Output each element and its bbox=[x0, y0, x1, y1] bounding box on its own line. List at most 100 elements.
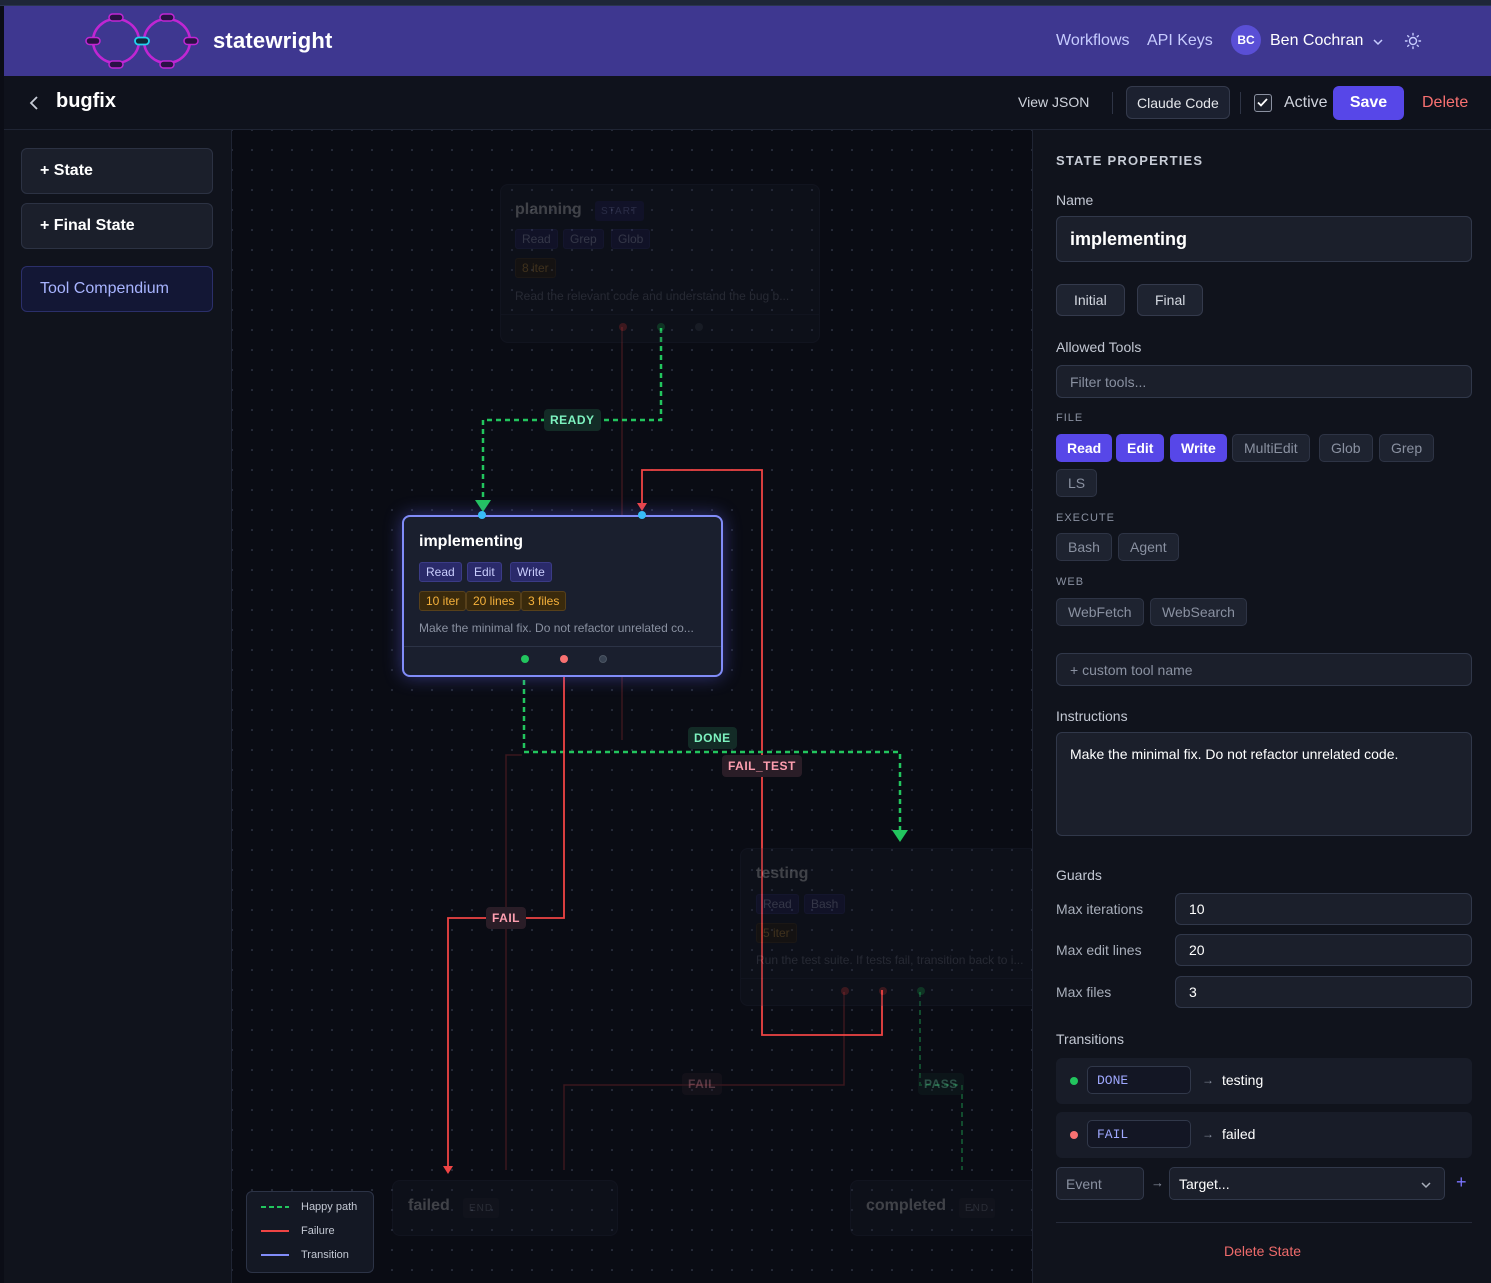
port-fail[interactable] bbox=[841, 987, 849, 995]
node-description: Run the test suite. If tests fail, trans… bbox=[756, 953, 1024, 967]
guard-chip: 20 lines bbox=[466, 591, 522, 611]
node-title: implementing bbox=[419, 533, 524, 550]
workflow-canvas[interactable]: planning START Read Grep Glob 8 iter Rea… bbox=[232, 130, 1032, 1283]
node-completed[interactable]: completed END bbox=[850, 1180, 1032, 1236]
port-success[interactable] bbox=[657, 323, 665, 331]
sun-icon[interactable] bbox=[1404, 32, 1422, 50]
statewright-logo[interactable] bbox=[84, 12, 202, 70]
filter-tools-input[interactable]: Filter tools... bbox=[1056, 365, 1472, 398]
back-arrow-icon[interactable] bbox=[24, 93, 44, 113]
port-in[interactable] bbox=[478, 511, 486, 519]
custom-tool-input[interactable]: + custom tool name bbox=[1056, 653, 1472, 686]
legend-swatch bbox=[261, 1254, 289, 1256]
edge-label-pass[interactable]: PASS bbox=[918, 1073, 964, 1095]
state-name-input[interactable]: implementing bbox=[1056, 216, 1472, 262]
end-badge: END bbox=[463, 1198, 500, 1218]
guard-max-files-label: Max files bbox=[1056, 984, 1112, 1000]
target-select[interactable]: Target... bbox=[1169, 1167, 1445, 1200]
end-badge: END bbox=[959, 1198, 996, 1218]
port-fail[interactable] bbox=[879, 987, 887, 995]
node-testing[interactable]: testing Read Bash 5 iter Run the test su… bbox=[740, 848, 1032, 1006]
transitions-label: Transitions bbox=[1056, 1031, 1124, 1047]
nav-workflows[interactable]: Workflows bbox=[1056, 32, 1130, 50]
tool-toggle-glob[interactable]: Glob bbox=[1319, 434, 1373, 462]
legend-item-failure: Failure bbox=[261, 1225, 335, 1237]
tool-toggle-read[interactable]: Read bbox=[1056, 434, 1113, 462]
edge-label-done[interactable]: DONE bbox=[688, 727, 737, 749]
edge-label-fail-faint[interactable]: FAIL bbox=[682, 1073, 722, 1095]
tool-chip: Glob bbox=[611, 229, 651, 249]
guards-label: Guards bbox=[1056, 867, 1102, 883]
active-checkbox[interactable] bbox=[1254, 94, 1272, 112]
chevron-down-icon[interactable] bbox=[1372, 36, 1384, 48]
category-label-execute: EXECUTE bbox=[1056, 512, 1115, 524]
legend-swatch bbox=[261, 1230, 289, 1232]
final-button[interactable]: Final bbox=[1137, 284, 1204, 316]
tool-chip: Write bbox=[510, 562, 552, 582]
tool-toggle-grep[interactable]: Grep bbox=[1379, 434, 1435, 462]
tool-toggle-bash[interactable]: Bash bbox=[1056, 533, 1112, 561]
tool-compendium-button[interactable]: Tool Compendium bbox=[21, 266, 213, 312]
toolbar-divider bbox=[1240, 92, 1241, 114]
new-event-input[interactable]: Event bbox=[1056, 1167, 1144, 1200]
max-files-input[interactable]: 3 bbox=[1175, 976, 1472, 1008]
add-state-button[interactable]: + State bbox=[21, 148, 213, 194]
port-in[interactable] bbox=[638, 511, 646, 519]
start-badge: START bbox=[595, 201, 644, 221]
tool-chip: Read bbox=[419, 562, 462, 582]
tool-toggle-websearch[interactable]: WebSearch bbox=[1150, 598, 1247, 626]
delete-workflow-button[interactable]: Delete bbox=[1422, 94, 1468, 112]
view-json-button[interactable]: View JSON bbox=[1018, 94, 1089, 110]
edge-fail-arrowhead bbox=[443, 1166, 453, 1174]
arrow-right-icon: → bbox=[1151, 1175, 1164, 1190]
node-title: completed bbox=[866, 1197, 947, 1214]
node-implementing[interactable]: implementing Read Edit Write 10 iter 20 … bbox=[402, 515, 723, 677]
avatar[interactable]: BC bbox=[1231, 25, 1261, 55]
instructions-textarea[interactable]: Make the minimal fix. Do not refactor un… bbox=[1056, 732, 1472, 836]
tool-toggle-ls[interactable]: LS bbox=[1056, 469, 1098, 497]
delete-state-button[interactable]: Delete State bbox=[1033, 1243, 1491, 1259]
port-transition[interactable] bbox=[695, 323, 703, 331]
checkmark-icon bbox=[1257, 98, 1268, 107]
tool-toggle-agent[interactable]: Agent bbox=[1118, 533, 1179, 561]
tool-chip: Grep bbox=[563, 229, 604, 249]
transition-event-input[interactable]: FAIL bbox=[1087, 1120, 1191, 1148]
save-button[interactable]: Save bbox=[1333, 86, 1404, 120]
tool-toggle-webfetch[interactable]: WebFetch bbox=[1056, 598, 1144, 626]
add-final-state-button[interactable]: + Final State bbox=[21, 203, 213, 249]
brand-name: statewright bbox=[213, 28, 333, 53]
max-iterations-input[interactable]: 10 bbox=[1175, 893, 1472, 925]
node-planning[interactable]: planning START Read Grep Glob 8 iter Rea… bbox=[500, 184, 820, 343]
max-edit-lines-input[interactable]: 20 bbox=[1175, 934, 1472, 966]
port-transition[interactable] bbox=[599, 655, 607, 663]
user-name[interactable]: Ben Cochran bbox=[1270, 32, 1363, 50]
port-success[interactable] bbox=[521, 655, 529, 663]
app-window: statewright Workflows API Keys BC Ben Co… bbox=[0, 0, 1491, 1283]
initial-button[interactable]: Initial bbox=[1056, 284, 1125, 316]
port-fail[interactable] bbox=[560, 655, 568, 663]
edge-done[interactable] bbox=[522, 680, 902, 832]
transition-target[interactable]: testing bbox=[1222, 1072, 1263, 1088]
port-success[interactable] bbox=[917, 987, 925, 995]
edge-label-fail[interactable]: FAIL bbox=[486, 907, 526, 929]
tool-toggle-edit[interactable]: Edit bbox=[1116, 434, 1165, 462]
top-header: statewright Workflows API Keys BC Ben Co… bbox=[4, 6, 1491, 76]
node-footer-divider bbox=[501, 314, 819, 315]
edge-label-ready[interactable]: READY bbox=[544, 409, 601, 431]
status-dot bbox=[1070, 1131, 1078, 1139]
transition-event-input[interactable]: DONE bbox=[1087, 1066, 1191, 1094]
edge-legend: Happy path Failure Transition bbox=[246, 1191, 374, 1273]
nav-api-keys[interactable]: API Keys bbox=[1147, 32, 1213, 50]
tool-toggle-write[interactable]: Write bbox=[1170, 434, 1227, 462]
add-transition-button[interactable]: + bbox=[1456, 1172, 1467, 1193]
edge-testing-fail-faint[interactable] bbox=[505, 754, 522, 1170]
transition-target[interactable]: failed bbox=[1222, 1126, 1255, 1142]
port-fail[interactable] bbox=[619, 323, 627, 331]
legend-swatch bbox=[261, 1206, 289, 1208]
node-failed[interactable]: failed END bbox=[392, 1180, 618, 1236]
tool-chip: Edit bbox=[467, 562, 502, 582]
claude-code-button[interactable]: Claude Code bbox=[1126, 86, 1230, 119]
edge-label-fail-test[interactable]: FAIL_TEST bbox=[722, 755, 802, 777]
instructions-label: Instructions bbox=[1056, 708, 1128, 724]
tool-toggle-multiedit[interactable]: MultiEdit bbox=[1232, 434, 1310, 462]
